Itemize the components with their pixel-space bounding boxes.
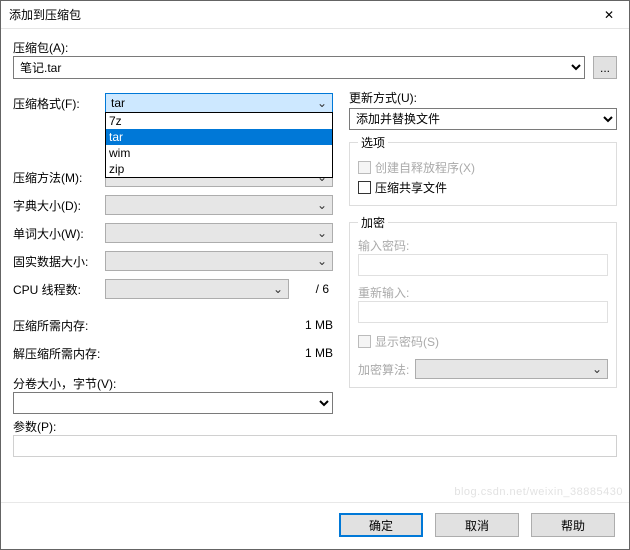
threads-label: CPU 线程数:: [13, 281, 105, 298]
format-option-tar[interactable]: tar: [106, 129, 332, 145]
mem-decomp-value: 1 MB: [305, 346, 333, 360]
mem-comp-value: 1 MB: [305, 318, 333, 332]
chevron-down-icon: ⌄: [270, 282, 286, 296]
params-label: 参数(P):: [13, 418, 617, 435]
options-legend: 选项: [358, 134, 388, 151]
password-label: 输入密码:: [358, 237, 608, 254]
mem-comp-label: 压缩所需内存:: [13, 317, 305, 334]
alg-combo: ⌄: [415, 359, 608, 379]
watermark: blog.csdn.net/weixin_38885430: [454, 486, 623, 498]
chevron-down-icon: ⌄: [314, 226, 330, 240]
browse-button[interactable]: ...: [593, 56, 617, 79]
dialog-window: 添加到压缩包 ✕ 压缩包(A): 笔记.tar ... 压缩格式(F): tar…: [0, 0, 630, 550]
alg-label: 加密算法:: [358, 361, 409, 378]
format-dropdown: 7z tar wim zip: [105, 112, 333, 178]
split-size-combo[interactable]: [13, 392, 333, 414]
dict-combo[interactable]: ⌄: [105, 195, 333, 215]
update-combo[interactable]: 添加并替换文件: [349, 108, 617, 130]
word-label: 单词大小(W):: [13, 225, 105, 242]
chevron-down-icon: ⌄: [314, 198, 330, 212]
update-label: 更新方式(U):: [349, 89, 617, 106]
archive-label: 压缩包(A):: [13, 39, 617, 56]
share-checkbox[interactable]: [358, 181, 371, 194]
close-icon: ✕: [604, 8, 614, 22]
format-option-wim[interactable]: wim: [106, 145, 332, 161]
ellipsis-icon: ...: [600, 61, 610, 75]
right-column: 更新方式(U): 添加并替换文件 选项 创建自释放程序(X) 压缩共享文件: [349, 89, 617, 414]
chevron-down-icon: ⌄: [314, 254, 330, 268]
chevron-down-icon: ⌄: [589, 362, 605, 376]
window-title: 添加到压缩包: [9, 6, 81, 23]
word-combo[interactable]: ⌄: [105, 223, 333, 243]
title-bar: 添加到压缩包 ✕: [1, 1, 629, 29]
format-combo-value: tar: [108, 96, 314, 110]
params-input[interactable]: [13, 435, 617, 457]
format-option-zip[interactable]: zip: [106, 161, 332, 177]
password2-label: 重新输入:: [358, 284, 608, 301]
close-button[interactable]: ✕: [589, 1, 629, 29]
button-bar: 确定 取消 帮助: [1, 502, 629, 549]
threads-total: / 6: [293, 282, 333, 296]
split-label: 分卷大小，字节(V):: [13, 375, 333, 392]
left-column: 压缩格式(F): tar ⌄ 7z tar wim zip: [13, 89, 333, 414]
sfx-label: 创建自释放程序(X): [375, 159, 475, 176]
format-combo[interactable]: tar ⌄: [105, 93, 333, 113]
show-password-label: 显示密码(S): [375, 333, 439, 350]
options-group: 选项 创建自释放程序(X) 压缩共享文件: [349, 134, 617, 206]
sfx-checkbox: [358, 161, 371, 174]
chevron-down-icon: ⌄: [314, 96, 330, 110]
password2-input: [358, 301, 608, 323]
solid-combo[interactable]: ⌄: [105, 251, 333, 271]
show-password-checkbox: [358, 335, 371, 348]
encrypt-legend: 加密: [358, 214, 388, 231]
share-label: 压缩共享文件: [375, 179, 447, 196]
format-option-7z[interactable]: 7z: [106, 113, 332, 129]
cancel-button[interactable]: 取消: [435, 513, 519, 537]
solid-label: 固实数据大小:: [13, 253, 105, 270]
archive-path-combo[interactable]: 笔记.tar: [13, 56, 585, 79]
dialog-content: 压缩包(A): 笔记.tar ... 压缩格式(F): tar ⌄: [1, 29, 629, 502]
password-input: [358, 254, 608, 276]
encrypt-group: 加密 输入密码: 重新输入: 显示密码(S) 加密算法: ⌄: [349, 214, 617, 388]
method-label: 压缩方法(M):: [13, 169, 105, 186]
format-label: 压缩格式(F):: [13, 95, 105, 112]
mem-decomp-label: 解压缩所需内存:: [13, 345, 305, 362]
ok-button[interactable]: 确定: [339, 513, 423, 537]
threads-combo[interactable]: ⌄: [105, 279, 289, 299]
help-button[interactable]: 帮助: [531, 513, 615, 537]
dict-label: 字典大小(D):: [13, 197, 105, 214]
